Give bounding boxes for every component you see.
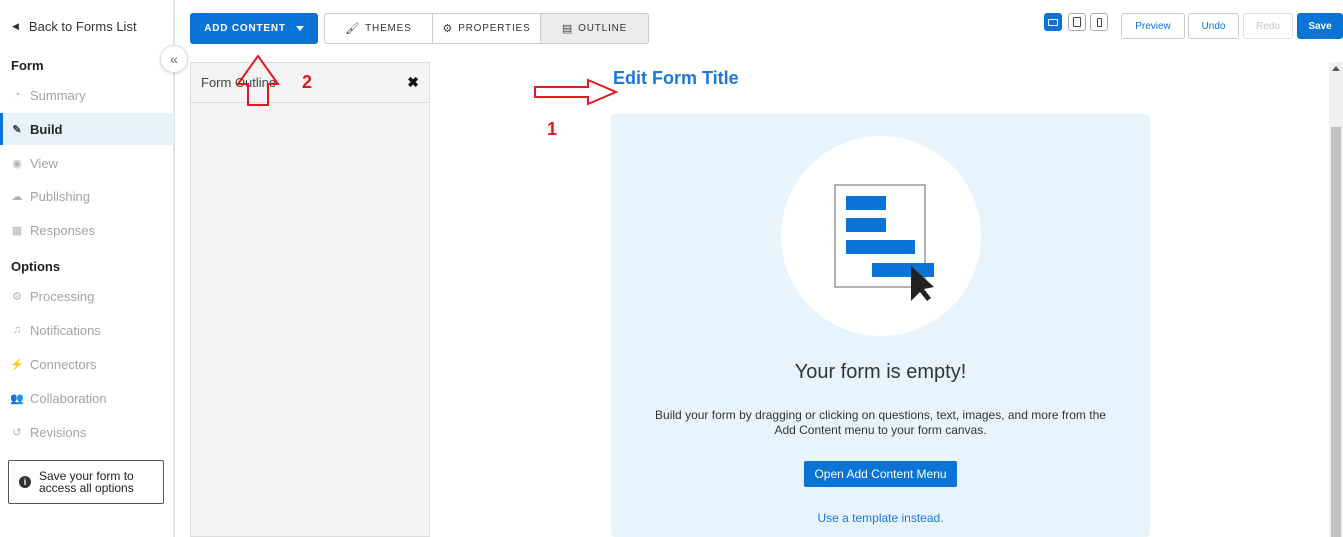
collapse-sidebar-button[interactable]: « [160,45,188,73]
annotation-label-1: 1 [547,119,558,139]
annotation-arrow-right [534,78,619,106]
annotation-overlay [236,54,619,106]
form-builder-app: ◀ Back to Forms List Form ◔ Summary ✎ Bu… [0,0,1343,537]
annotation-arrow-up [236,54,280,106]
annotation-label-2: 2 [302,72,313,92]
